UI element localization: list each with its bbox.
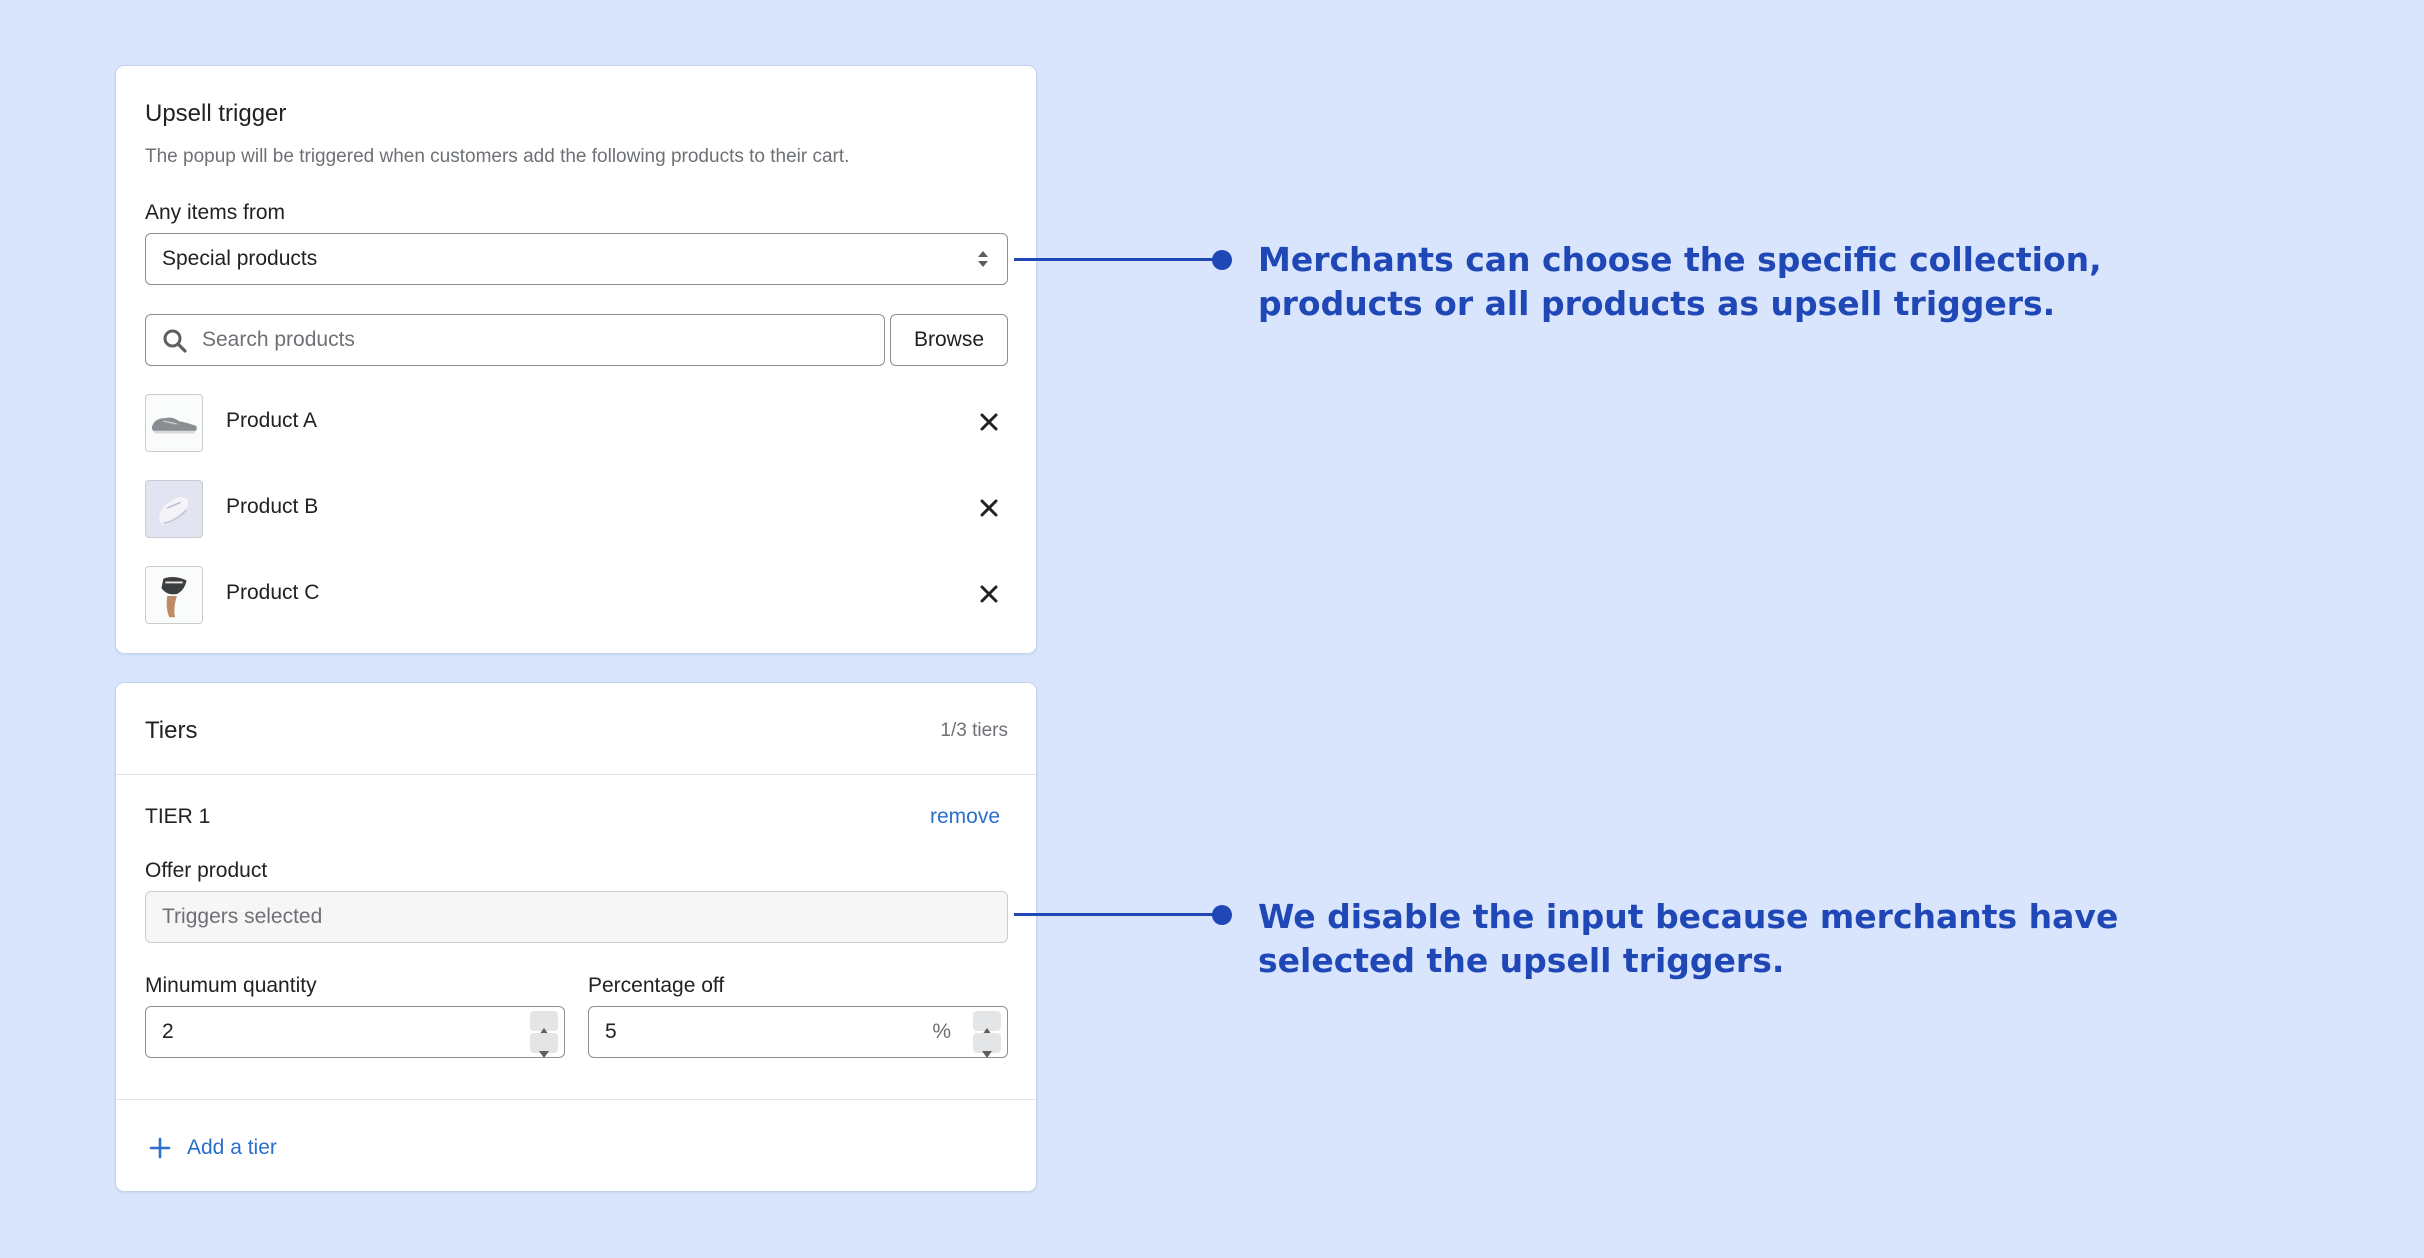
sneaker-grey-icon [145, 394, 203, 452]
chevron-down-icon [982, 1051, 992, 1058]
callout-dot [1212, 250, 1232, 270]
product-row: Product A [145, 394, 1008, 452]
callout-connector-line [1014, 913, 1222, 916]
search-icon [163, 329, 187, 353]
decrement-button[interactable] [973, 1033, 1001, 1058]
collection-select[interactable]: Special products [145, 233, 1008, 285]
percentage-off-value: 5 [605, 1020, 617, 1043]
callout-collection-note: Merchants can choose the specific collec… [1258, 240, 2102, 323]
callout-disabled-note: We disable the input because merchants h… [1258, 897, 2119, 980]
select-arrows-icon [978, 251, 988, 267]
plus-icon [149, 1137, 171, 1159]
callout-dot [1212, 905, 1232, 925]
increment-button[interactable] [530, 1011, 558, 1035]
any-items-label: Any items from [145, 201, 286, 224]
increment-button[interactable] [973, 1011, 1001, 1035]
search-products-input[interactable]: Search products [145, 314, 885, 366]
tiers-footer-divider [116, 1099, 1036, 1100]
remove-tier-link[interactable]: remove [930, 805, 1000, 829]
tier-label: TIER 1 [145, 805, 211, 828]
browse-button[interactable]: Browse [890, 314, 1008, 366]
upsell-trigger-description: The popup will be triggered when custome… [145, 146, 850, 167]
product-row: Product C [145, 566, 1008, 624]
tiers-count: 1/3 tiers [940, 720, 1008, 741]
add-tier-label: Add a tier [187, 1136, 277, 1159]
min-quantity-stepper[interactable] [530, 1011, 558, 1058]
product-row: Product B [145, 480, 1008, 538]
product-name: Product A [226, 409, 318, 432]
offer-product-input[interactable]: Triggers selected [145, 891, 1008, 943]
tiers-card: Tiers 1/3 tiers TIER 1 remove Offer prod… [115, 682, 1037, 1192]
remove-product-c-icon[interactable] [976, 581, 1002, 607]
callout-connector-line [1014, 258, 1222, 261]
offer-product-placeholder: Triggers selected [162, 905, 323, 928]
upsell-trigger-title: Upsell trigger [145, 100, 287, 127]
percentage-off-label: Percentage off [588, 974, 725, 997]
product-name: Product C [226, 581, 320, 604]
decrement-button[interactable] [530, 1033, 558, 1058]
min-quantity-label: Minumum quantity [145, 974, 317, 997]
sneaker-white-icon [145, 480, 203, 538]
search-products-placeholder: Search products [202, 328, 355, 351]
min-quantity-value: 2 [162, 1020, 174, 1043]
offer-product-label: Offer product [145, 859, 268, 882]
remove-product-b-icon[interactable] [976, 495, 1002, 521]
tiers-title: Tiers [145, 717, 198, 744]
tiers-header-divider [116, 774, 1036, 775]
percent-suffix: % [932, 1020, 951, 1043]
product-name: Product B [226, 495, 319, 518]
min-quantity-input[interactable]: 2 [145, 1006, 565, 1058]
sneaker-hand-icon [145, 566, 203, 624]
stage: Upsell trigger The popup will be trigger… [0, 0, 2424, 1258]
collection-select-value: Special products [162, 247, 318, 270]
chevron-down-icon [539, 1051, 549, 1058]
remove-product-a-icon[interactable] [976, 409, 1002, 435]
percentage-off-input[interactable]: 5 % [588, 1006, 1008, 1058]
percentage-off-stepper[interactable] [973, 1011, 1001, 1058]
upsell-trigger-card: Upsell trigger The popup will be trigger… [115, 65, 1037, 654]
